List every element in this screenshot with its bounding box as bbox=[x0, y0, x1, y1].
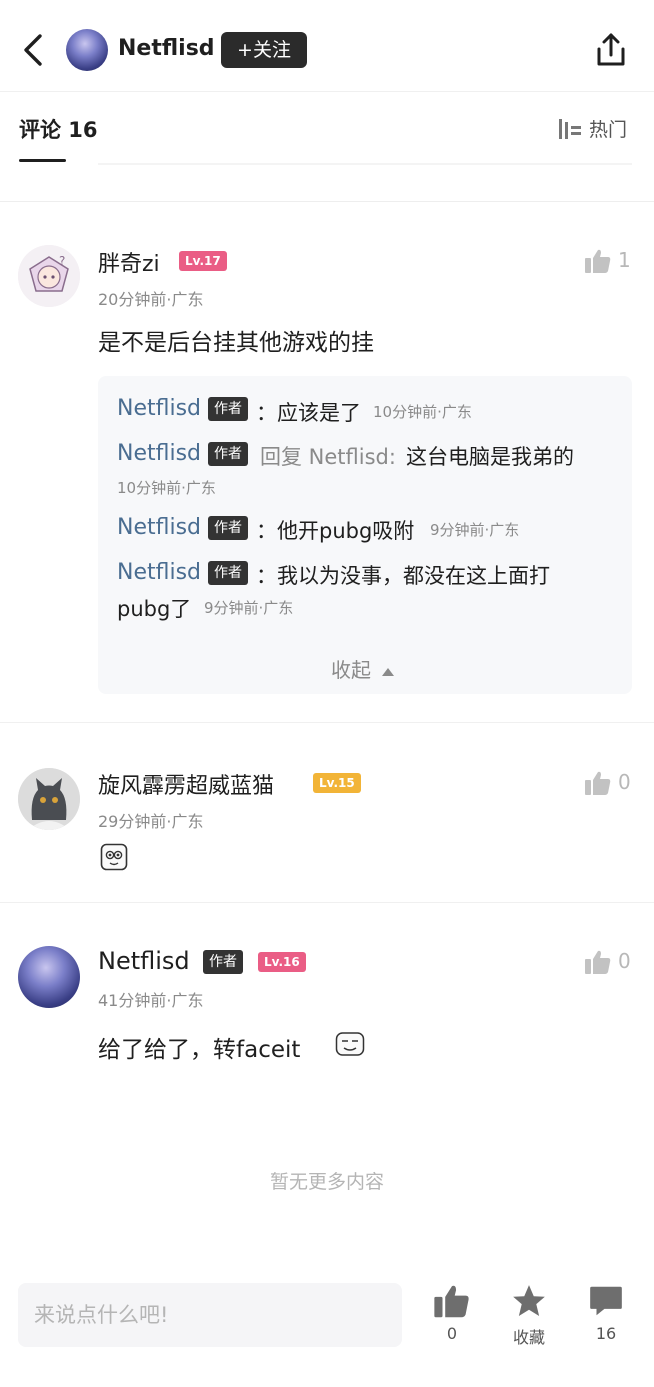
reply-time: 9分钟前·广东 bbox=[430, 521, 520, 539]
author-badge: 作者 bbox=[208, 561, 248, 585]
favorite-label: 收藏 bbox=[512, 1328, 545, 1347]
reply-time: 9分钟前·广东 bbox=[204, 599, 294, 617]
author-name[interactable]: Netflisd bbox=[118, 36, 215, 61]
comment-meta: 41分钟前·广东 bbox=[98, 991, 204, 1010]
level-badge: Lv.17 bbox=[179, 251, 227, 271]
reply-author[interactable]: Netflisd bbox=[117, 515, 201, 540]
comment-input[interactable]: 来说点什么吧! bbox=[18, 1283, 402, 1347]
favorite-button[interactable]: 收藏 bbox=[499, 1282, 559, 1348]
reply-text[interactable]: ：我以为没事，都没在这上面打 bbox=[256, 560, 550, 590]
reply-author[interactable]: Netflisd bbox=[117, 441, 201, 466]
commenter-avatar[interactable] bbox=[18, 768, 80, 830]
comments-header: 评论 16 热门 bbox=[0, 93, 654, 203]
commenter-name[interactable]: Netflisd bbox=[98, 947, 190, 975]
reply-author[interactable]: Netflisd bbox=[117, 396, 201, 421]
comment-count: 16 bbox=[595, 1324, 617, 1343]
author-badge: 作者 bbox=[203, 950, 243, 974]
reply-author[interactable]: Netflisd bbox=[117, 560, 201, 585]
collapsed-divider bbox=[98, 163, 632, 165]
divider bbox=[0, 722, 654, 723]
cat-avatar-icon bbox=[18, 768, 80, 830]
divider bbox=[0, 902, 654, 903]
svg-text:?: ? bbox=[59, 254, 65, 268]
reply-time: 10分钟前·广东 bbox=[117, 479, 216, 497]
sort-hot-label[interactable]: 热门 bbox=[589, 115, 627, 142]
comment-text[interactable]: 是不是后台挂其他游戏的挂 bbox=[98, 323, 374, 357]
commenter-name[interactable]: 旋风霹雳超威蓝猫 bbox=[98, 768, 274, 800]
follow-button[interactable]: +关注 bbox=[221, 32, 307, 68]
no-more-content-label: 暂无更多内容 bbox=[269, 1171, 384, 1193]
sticker-emoji-icon[interactable] bbox=[100, 843, 128, 871]
caret-up-icon bbox=[382, 667, 395, 676]
replies-box: Netflisd 作者 ：应该是了 10分钟前·广东 Netflisd 作者 回… bbox=[98, 376, 632, 694]
author-badge: 作者 bbox=[208, 442, 248, 466]
like-count: 0 bbox=[446, 1324, 458, 1343]
author-badge: 作者 bbox=[208, 516, 248, 540]
reply-text-continued[interactable]: pubg了 bbox=[117, 593, 191, 623]
sort-icon[interactable] bbox=[557, 117, 583, 141]
commenter-avatar[interactable] bbox=[18, 946, 80, 1008]
reply-text[interactable]: ：他开pubg吸附 bbox=[256, 515, 414, 545]
comment-bubble-icon bbox=[590, 1286, 622, 1316]
tab-comments[interactable]: 评论 16 bbox=[19, 114, 98, 144]
author-avatar[interactable] bbox=[66, 29, 108, 71]
divider bbox=[0, 201, 654, 202]
collapse-replies-button[interactable]: 收起 bbox=[331, 654, 395, 683]
star-icon bbox=[513, 1285, 545, 1317]
back-arrow-icon[interactable] bbox=[16, 30, 50, 70]
like-count: 1 bbox=[618, 248, 631, 272]
comments-button[interactable]: 16 bbox=[576, 1282, 636, 1343]
commenter-avatar[interactable]: ? bbox=[18, 245, 80, 307]
thumbs-up-icon[interactable] bbox=[584, 769, 612, 797]
comment-meta: 29分钟前·广东 bbox=[98, 812, 204, 831]
tab-underline bbox=[19, 159, 66, 162]
comment-text[interactable]: 给了给了，转faceit bbox=[98, 1030, 300, 1064]
sticker-emoji-icon[interactable] bbox=[335, 1031, 365, 1057]
like-count: 0 bbox=[618, 770, 631, 794]
like-count: 0 bbox=[618, 949, 631, 973]
comment-meta: 20分钟前·广东 bbox=[98, 290, 204, 309]
share-icon[interactable] bbox=[593, 31, 629, 69]
reply-to-label[interactable]: 回复 Netflisd: bbox=[260, 441, 396, 471]
collapse-label: 收起 bbox=[331, 658, 371, 682]
commenter-name[interactable]: 胖奇zi bbox=[98, 246, 160, 278]
reply-text[interactable]: 这台电脑是我弟的 bbox=[406, 441, 574, 471]
thumbs-up-icon bbox=[434, 1285, 469, 1318]
like-button[interactable]: 0 bbox=[422, 1282, 482, 1343]
top-bar: Netflisd +关注 bbox=[0, 0, 654, 92]
level-badge: Lv.15 bbox=[313, 773, 361, 793]
thumbs-up-icon[interactable] bbox=[584, 948, 612, 976]
reply-text[interactable]: ：应该是了 bbox=[256, 397, 361, 427]
anime-avatar-icon: ? bbox=[18, 245, 80, 307]
thumbs-up-icon[interactable] bbox=[584, 247, 612, 275]
reply-time: 10分钟前·广东 bbox=[373, 403, 472, 421]
level-badge: Lv.16 bbox=[258, 952, 306, 972]
author-badge: 作者 bbox=[208, 397, 248, 421]
